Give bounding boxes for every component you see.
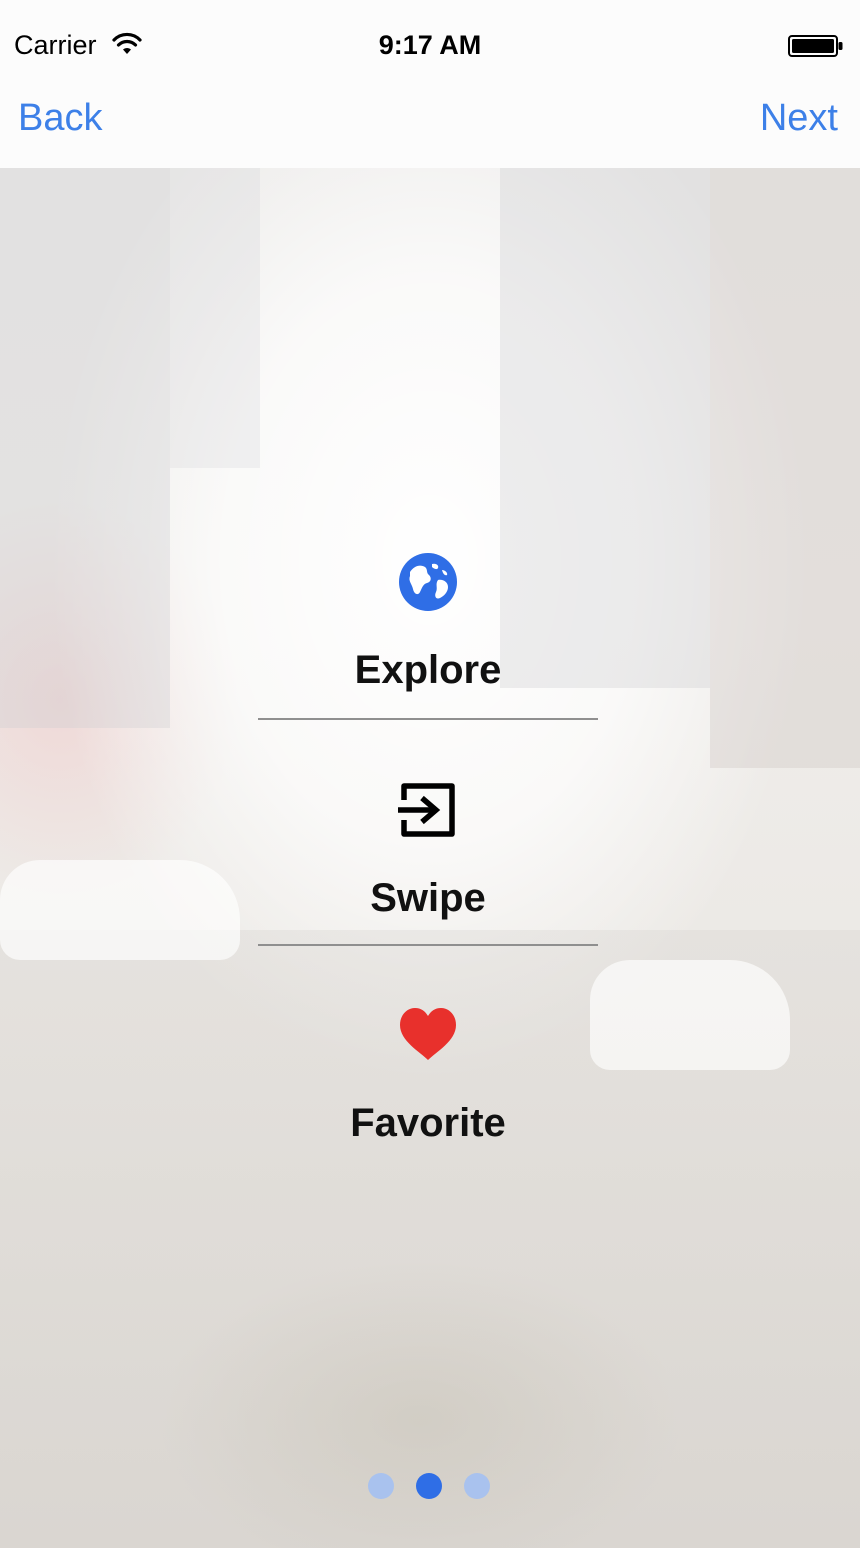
- divider: [258, 944, 598, 946]
- feature-favorite: Favorite: [258, 1005, 598, 1155]
- background-building: [710, 168, 860, 768]
- page-dot-3[interactable]: [464, 1473, 490, 1499]
- background-building: [0, 168, 170, 728]
- background-car: [0, 860, 240, 960]
- feature-label-swipe: Swipe: [370, 876, 486, 920]
- background-building: [170, 168, 260, 468]
- next-button[interactable]: Next: [760, 96, 838, 140]
- back-button[interactable]: Back: [18, 96, 102, 140]
- clock-time: 9:17 AM: [378, 30, 482, 60]
- background-car: [590, 960, 790, 1070]
- page-control[interactable]: [366, 1473, 494, 1503]
- exit-arrow-icon: [398, 783, 455, 837]
- divider: [258, 718, 598, 720]
- feature-explore: Explore: [258, 552, 598, 702]
- page-dot-2-active[interactable]: [416, 1473, 442, 1499]
- battery-icon: [788, 35, 843, 57]
- feature-label-favorite: Favorite: [350, 1101, 506, 1145]
- globe-icon: [399, 553, 457, 611]
- feature-label-explore: Explore: [354, 648, 502, 692]
- page-dot-1[interactable]: [368, 1473, 394, 1499]
- navigation-bar: Back Next: [0, 88, 860, 168]
- heart-icon: [400, 1008, 456, 1060]
- feature-swipe: Swipe: [258, 780, 598, 930]
- status-bar: Carrier 9:17 AM: [0, 0, 860, 88]
